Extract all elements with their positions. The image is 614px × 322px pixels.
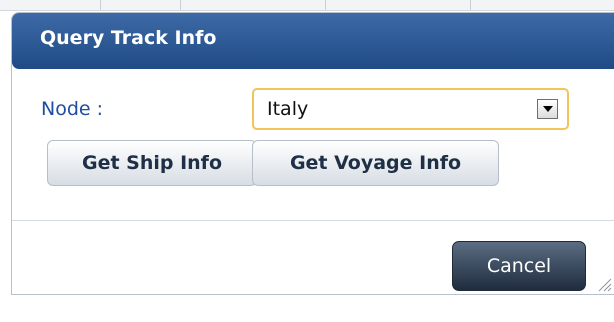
resize-grip-icon[interactable]: [596, 276, 612, 292]
column-divider: [180, 0, 181, 10]
dialog-titlebar[interactable]: Query Track Info: [12, 13, 614, 69]
dialog-title: Query Track Info: [40, 27, 217, 49]
node-label: Node :: [41, 98, 104, 120]
node-select[interactable]: Italy: [252, 88, 569, 130]
get-ship-info-button[interactable]: Get Ship Info: [47, 140, 257, 186]
get-voyage-info-button[interactable]: Get Voyage Info: [252, 140, 499, 186]
column-divider: [100, 0, 101, 10]
cancel-button[interactable]: Cancel: [452, 241, 586, 291]
column-divider: [470, 0, 471, 10]
footer-divider: [12, 220, 614, 221]
chevron-down-icon[interactable]: [537, 99, 558, 119]
node-select-value: Italy: [267, 98, 309, 120]
query-track-info-dialog: Query Track Info Node : Italy Get Ship I…: [11, 12, 614, 295]
column-divider: [325, 0, 326, 10]
background-table-header: [0, 0, 614, 11]
